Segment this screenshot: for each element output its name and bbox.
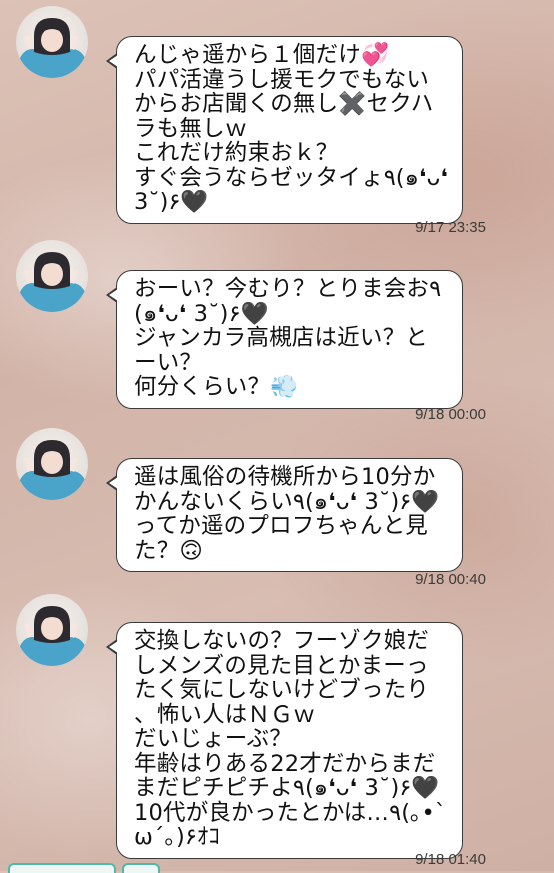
toolbar-tab[interactable] xyxy=(122,863,160,873)
avatar-image xyxy=(20,606,86,666)
message-bubble: んじゃ遥から１個だけ💞 パパ活違うし援モクでもない からお店聞くの無し✖️セクハ… xyxy=(106,36,463,224)
message-timestamp: 9/18 00:40 xyxy=(415,571,486,588)
message-bubble: 遥は風俗の待機所から10分か かんないくらい٩(๑❛ᴗ❛ 3˘)۶🖤 ってか遥の… xyxy=(106,458,463,572)
toolbar-tab[interactable] xyxy=(8,863,116,873)
message-line: だいじょーぶ？ xyxy=(134,726,293,752)
message-line: 遥は風俗の待機所から10分か xyxy=(134,464,436,490)
message-line: た？🙃 xyxy=(134,537,204,564)
message-line: 交換しないの？フーゾク娘だ xyxy=(134,628,430,654)
avatar-image xyxy=(20,18,86,78)
message-line: 年齢はりある22才だからまだ xyxy=(134,750,436,777)
avatar[interactable] xyxy=(16,594,88,666)
avatar-image xyxy=(20,252,86,312)
message-line: 3˘)۶🖤 xyxy=(134,189,209,215)
message-line: パパ活違うし援モクでもない xyxy=(134,66,430,93)
message-line: (๑❛ᴗ❛ 3˘)۶🖤 xyxy=(134,300,269,327)
avatar[interactable] xyxy=(16,240,88,312)
message-timestamp: 9/18 01:40 xyxy=(415,851,486,868)
message-line: ーい？ xyxy=(134,349,203,376)
message-bubble: おーい？今むり？とりま会お٩ (๑❛ᴗ❛ 3˘)۶🖤 ジャンカラ高槻店は近い？と… xyxy=(106,270,463,409)
message-line: これだけ約束おｋ？ xyxy=(134,140,339,166)
message-line: ってか遥のプロフちゃんと見 xyxy=(134,513,428,539)
message-line: すぐ会うならゼッタイょ٩(๑❛ᴗ❛ xyxy=(134,164,448,191)
message-timestamp: 9/18 00:00 xyxy=(415,406,486,423)
avatar[interactable] xyxy=(16,428,88,500)
message-line: たく気にしないけどブったり xyxy=(134,677,430,703)
message-line: 10代が良かったとかは…٩(｡•` xyxy=(134,799,447,826)
message-line: おーい？今むり？とりま会お٩ xyxy=(134,276,442,302)
chat-view: んじゃ遥から１個だけ💞 パパ活違うし援モクでもない からお店聞くの無し✖️セクハ… xyxy=(0,0,554,873)
message-line: ジャンカラ高槻店は近い？と xyxy=(134,325,428,351)
message-line: ω´｡)۶ｵｺ xyxy=(134,824,220,850)
message-line: まだピチピチよ٩(๑❛ᴗ❛ 3˘)۶🖤 xyxy=(134,775,440,801)
message-line: んじゃ遥から１個だけ💞 xyxy=(134,42,390,68)
avatar-image xyxy=(20,440,86,500)
message-bubble: 交換しないの？フーゾク娘だ しメンズの見た目とかまーっ たく気にしないけどブった… xyxy=(106,622,463,859)
message-line: 何分くらい？💨 xyxy=(134,374,299,400)
message-line: かんないくらい٩(๑❛ᴗ❛ 3˘)۶🖤 xyxy=(134,488,440,515)
avatar[interactable] xyxy=(16,6,88,78)
bottom-toolbar xyxy=(8,863,160,873)
message-line: しメンズの見た目とかまーっ xyxy=(134,652,429,679)
message-line: ラも無しｗ xyxy=(134,115,248,142)
message-line: からお店聞くの無し✖️セクハ xyxy=(134,91,434,117)
message-line: 、怖い人はＮＧｗ xyxy=(134,701,316,728)
message-timestamp: 9/17 23:35 xyxy=(415,219,486,236)
